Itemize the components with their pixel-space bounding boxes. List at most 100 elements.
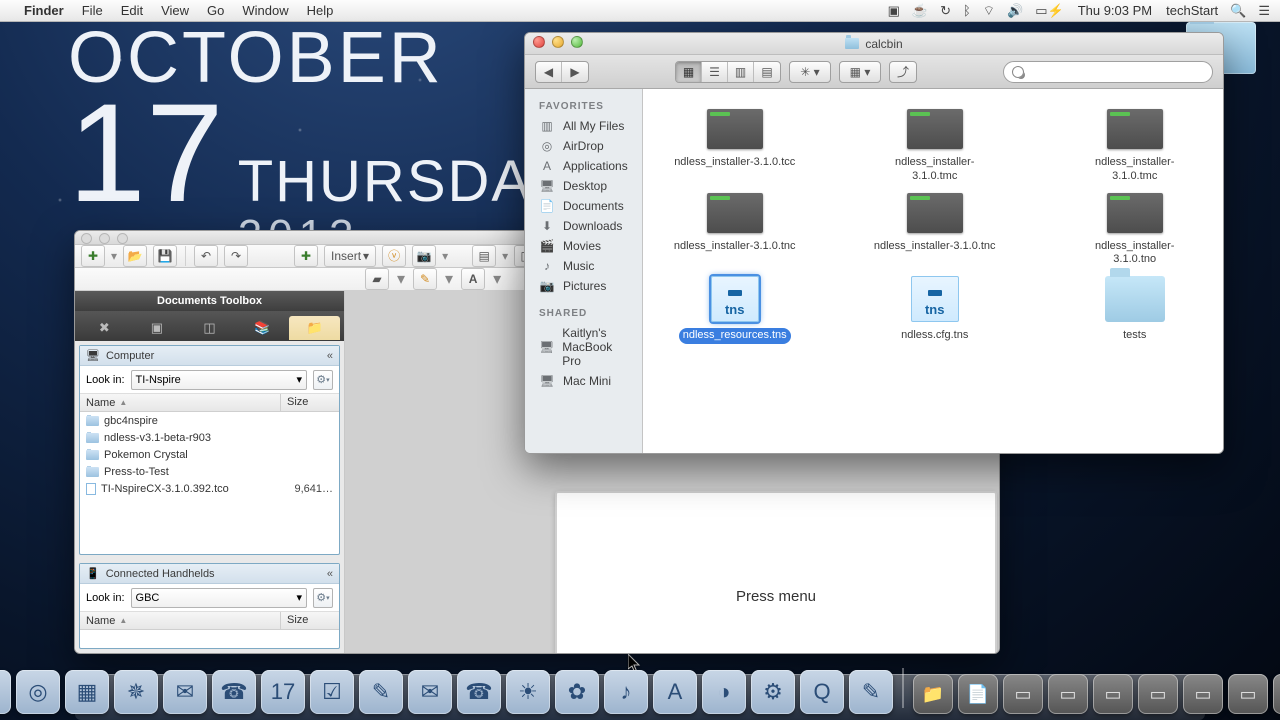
itunes-icon[interactable]: ♪: [604, 670, 648, 714]
appstore-icon[interactable]: A: [653, 670, 697, 714]
mail-icon[interactable]: ✉: [163, 670, 207, 714]
wifi-icon[interactable]: ⌔: [983, 3, 995, 19]
file-item[interactable]: tests: [1065, 276, 1205, 344]
min-4-icon[interactable]: ▭: [1138, 674, 1178, 714]
file-item[interactable]: ndless_installer-3.1.0.tno: [1065, 193, 1205, 269]
ti-open-button[interactable]: 📂: [123, 245, 147, 267]
finder-icon[interactable]: 웃: [0, 670, 11, 714]
file-item[interactable]: tnsndless.cfg.tns: [865, 276, 1005, 344]
sidebar-item[interactable]: ♪Music: [525, 256, 642, 276]
ti-fill-button[interactable]: ▰: [365, 268, 389, 290]
handhelds-settings-button[interactable]: ⚙▾: [313, 588, 333, 608]
menu-file[interactable]: File: [82, 3, 103, 18]
ti-undo-button[interactable]: ↶: [194, 245, 218, 267]
share-button[interactable]: ⤴: [889, 61, 917, 83]
col-size[interactable]: Size: [281, 394, 339, 411]
file-item[interactable]: ndless_installer-3.1.0.tcc: [665, 109, 805, 185]
folder-2-icon[interactable]: 📄: [958, 674, 998, 714]
sidebar-item[interactable]: 🖥Mac Mini: [525, 371, 642, 391]
computer-section-header[interactable]: 🖥 Computer «: [80, 346, 339, 366]
menu-help[interactable]: Help: [307, 3, 334, 18]
tinspire-icon[interactable]: ✎: [849, 670, 893, 714]
messages-icon[interactable]: ✉: [408, 670, 452, 714]
sidebar-item[interactable]: 📄Documents: [525, 196, 642, 216]
finder-titlebar[interactable]: calcbin: [525, 33, 1223, 55]
toolbox-tab-tools[interactable]: ✖: [79, 316, 130, 340]
finder-file-area[interactable]: ndless_installer-3.1.0.tcc ndless_install…: [643, 89, 1224, 453]
file-item[interactable]: ndless_installer-3.1.0.tnc: [665, 193, 805, 269]
col-name[interactable]: Name ▲: [80, 612, 281, 629]
screen-share-icon[interactable]: ▣: [888, 3, 900, 19]
computer-settings-button[interactable]: ⚙▾: [313, 370, 333, 390]
sidebar-item[interactable]: ⬇Downloads: [525, 216, 642, 236]
facetime-icon[interactable]: ☎: [457, 670, 501, 714]
list-row[interactable]: gbc4nspire: [80, 412, 339, 429]
menu-view[interactable]: View: [161, 3, 189, 18]
ti-insert-dropdown[interactable]: Insert ▾: [324, 245, 376, 267]
toolbox-tab-utilities[interactable]: ◫: [184, 316, 235, 340]
sysprefs-icon[interactable]: ⚙: [751, 670, 795, 714]
spotlight-icon[interactable]: 🔍: [1230, 3, 1246, 19]
list-view-button[interactable]: ☰: [702, 62, 728, 82]
bluetooth-icon[interactable]: ᛒ: [963, 3, 971, 18]
sidebar-item[interactable]: ▥All My Files: [525, 116, 642, 136]
file-item[interactable]: ndless_installer-3.1.0.tmc: [865, 109, 1005, 185]
volume-icon[interactable]: 🔊: [1007, 3, 1023, 19]
timemachine-icon[interactable]: ↻: [940, 3, 951, 19]
ti-layout-button[interactable]: ▤: [472, 245, 496, 267]
computer-lookin-combo[interactable]: TI-Nspire▾: [131, 370, 307, 390]
sidebar-item[interactable]: AApplications: [525, 156, 642, 176]
sidebar-item[interactable]: 🖥Kaitlyn's MacBook Pro: [525, 323, 642, 371]
handhelds-section-header[interactable]: 📱 Connected Handhelds «: [80, 564, 339, 584]
icon-view-button[interactable]: ▦: [676, 62, 702, 82]
caffeine-icon[interactable]: ☕: [912, 3, 928, 19]
sidebar-item[interactable]: 🖥Desktop: [525, 176, 642, 196]
launchpad-icon[interactable]: ◎: [16, 670, 60, 714]
handhelds-lookin-combo[interactable]: GBC▾: [131, 588, 307, 608]
photobooth-icon[interactable]: ☀: [506, 670, 550, 714]
ti-minimize-button[interactable]: [99, 233, 110, 244]
list-row[interactable]: Press-to-Test: [80, 463, 339, 480]
mission-control-icon[interactable]: ▦: [65, 670, 109, 714]
ti-redo-button[interactable]: ↷: [224, 245, 248, 267]
menu-edit[interactable]: Edit: [121, 3, 143, 18]
sidebar-item[interactable]: ◎AirDrop: [525, 136, 642, 156]
list-row[interactable]: Pokemon Crystal: [80, 446, 339, 463]
ti-highlight-button[interactable]: ✎: [413, 268, 437, 290]
minimize-button[interactable]: [552, 36, 564, 48]
finder-search-field[interactable]: [1003, 61, 1213, 83]
iphoto-icon[interactable]: ✿: [555, 670, 599, 714]
folder-1-icon[interactable]: 📁: [913, 674, 953, 714]
file-item[interactable]: ndless_installer-3.1.0.tnc: [865, 193, 1005, 269]
trash-icon[interactable]: 🗑: [1273, 674, 1280, 714]
col-size[interactable]: Size: [281, 612, 339, 629]
ti-font-color-button[interactable]: A: [461, 268, 485, 290]
ti-capture-button[interactable]: 📷: [412, 245, 436, 267]
sidebar-item[interactable]: 🎬Movies: [525, 236, 642, 256]
toolbox-tab-pages[interactable]: ▣: [132, 316, 183, 340]
col-name[interactable]: Name ▲: [80, 394, 281, 411]
ti-var-button[interactable]: ⓥ: [382, 245, 406, 267]
collapse-icon[interactable]: «: [327, 568, 333, 580]
back-button[interactable]: ◀: [536, 62, 562, 82]
min-2-icon[interactable]: ▭: [1048, 674, 1088, 714]
notes-icon[interactable]: ✎: [359, 670, 403, 714]
device-screen[interactable]: Press menu: [555, 491, 997, 654]
menubar-user[interactable]: techStart: [1166, 3, 1218, 18]
ti-close-button[interactable]: [81, 233, 92, 244]
list-row[interactable]: ndless-v3.1-beta-r903: [80, 429, 339, 446]
calendar-icon[interactable]: 17: [261, 670, 305, 714]
list-row[interactable]: TI-NspireCX-3.1.0.392.tco9,641…: [80, 480, 339, 497]
ti-insert-page-button[interactable]: ✚: [294, 245, 318, 267]
menu-go[interactable]: Go: [207, 3, 224, 18]
forward-button[interactable]: ▶: [562, 62, 588, 82]
toolbox-tab-libraries[interactable]: 📚: [237, 316, 288, 340]
notification-center-icon[interactable]: ☰: [1258, 3, 1270, 19]
column-view-button[interactable]: ▥: [728, 62, 754, 82]
action-menu[interactable]: ✳ ▾: [789, 61, 831, 83]
sidebar-item[interactable]: 📷Pictures: [525, 276, 642, 296]
menubar-app-name[interactable]: Finder: [24, 3, 64, 18]
arrange-menu[interactable]: ▦ ▾: [839, 61, 881, 83]
gamecenter-icon[interactable]: ◑: [702, 670, 746, 714]
min-6-icon[interactable]: ▭: [1228, 674, 1268, 714]
